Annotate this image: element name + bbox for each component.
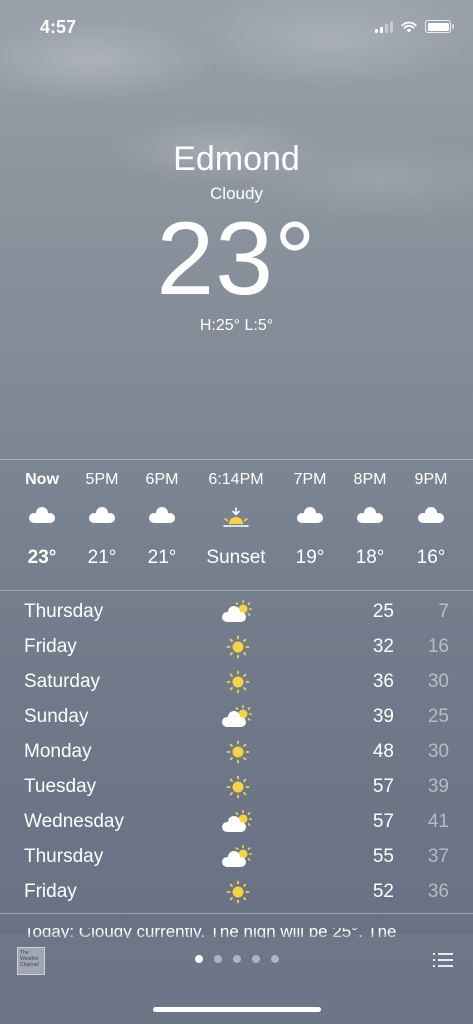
list-icon[interactable] <box>433 952 453 968</box>
cellular-signal-icon <box>375 20 393 33</box>
page-indicator[interactable] <box>0 955 473 963</box>
partly-cloudy-icon <box>222 810 254 834</box>
day-name: Sunday <box>24 706 89 727</box>
home-indicator[interactable] <box>153 1007 321 1012</box>
day-high: 55 <box>372 846 394 867</box>
page-dot[interactable] <box>213 955 222 963</box>
high-low-temperature: H:25° L:5° <box>199 317 274 334</box>
hour-label: 6PM <box>145 471 179 488</box>
day-high: 48 <box>372 741 394 762</box>
day-name: Thursday <box>24 846 104 867</box>
page-dot[interactable] <box>270 955 279 963</box>
sun-icon <box>222 635 254 659</box>
daily-row: Saturday 36 30 <box>0 665 473 700</box>
partly-cloudy-icon <box>222 705 254 729</box>
cloud-icon <box>335 507 405 537</box>
hour-temp: 21° <box>147 547 177 568</box>
partly-cloudy-icon <box>222 845 254 869</box>
day-high: 32 <box>372 636 394 657</box>
sun-icon <box>222 775 254 799</box>
city-name: Edmond <box>173 140 300 178</box>
page-dot[interactable] <box>232 955 241 963</box>
day-name: Friday <box>24 881 77 902</box>
battery-icon <box>425 20 454 33</box>
day-low: 39 <box>427 776 449 797</box>
hourly-item: 8PM 18° <box>335 461 405 569</box>
status-bar: 4:57 <box>0 0 473 56</box>
daily-row: Thursday 55 37 <box>0 840 473 875</box>
hour-label: 6:14PM <box>208 471 264 488</box>
sun-icon <box>222 670 254 694</box>
hourly-item: 6:14PM Sunset <box>196 461 276 569</box>
day-high: 39 <box>372 706 394 727</box>
daily-row: Friday 52 36 <box>0 875 473 910</box>
day-low: 7 <box>438 601 449 622</box>
day-low: 16 <box>427 636 449 657</box>
daily-row: Wednesday 57 41 <box>0 805 473 840</box>
hour-temp: 18° <box>355 547 385 568</box>
status-icons <box>375 20 454 33</box>
current-temperature: 23° <box>0 200 473 319</box>
day-low: 41 <box>427 811 449 832</box>
hour-label: 9PM <box>414 471 448 488</box>
status-time: 4:57 <box>40 17 77 37</box>
daily-row: Friday 32 16 <box>0 630 473 665</box>
day-low: 36 <box>427 881 449 902</box>
day-name: Tuesday <box>24 776 97 797</box>
divider <box>0 459 473 460</box>
divider <box>0 590 473 591</box>
daily-row: Sunday 39 25 <box>0 700 473 735</box>
partly-cloudy-icon <box>222 600 254 624</box>
hourly-forecast[interactable]: Now 23° 5PM 21° 6PM 21° 6:14PM Sunset 7P… <box>0 461 473 589</box>
daily-row: Tuesday 57 39 <box>0 770 473 805</box>
current-temperature-value: 23° <box>156 201 317 317</box>
cloud-icon <box>396 507 466 537</box>
day-name: Monday <box>24 741 92 762</box>
day-low: 30 <box>427 671 449 692</box>
day-name: Saturday <box>24 671 101 692</box>
day-high: 52 <box>372 881 394 902</box>
hour-temp: 16° <box>416 547 446 568</box>
hourly-item: 9PM 16° <box>396 461 466 569</box>
page-dot[interactable] <box>251 955 260 963</box>
day-low: 30 <box>427 741 449 762</box>
sunset-icon <box>196 507 276 537</box>
wifi-icon <box>401 21 417 32</box>
daily-row: Monday 48 30 <box>0 735 473 770</box>
day-low: 37 <box>427 846 449 867</box>
page-dot[interactable] <box>194 955 203 963</box>
cloud-icon <box>127 507 197 537</box>
divider <box>0 913 473 914</box>
daily-forecast[interactable]: Thursday 25 7 Friday 32 16 Saturday 36 3… <box>0 595 473 910</box>
day-high: 25 <box>372 601 394 622</box>
day-name: Wednesday <box>24 811 124 832</box>
day-high: 57 <box>372 811 394 832</box>
day-high: 36 <box>372 671 394 692</box>
day-high: 57 <box>372 776 394 797</box>
hourly-item: 6PM 21° <box>127 461 197 569</box>
day-name: Friday <box>24 636 77 657</box>
day-name: Thursday <box>24 601 104 622</box>
sun-icon <box>222 740 254 764</box>
daily-row: Thursday 25 7 <box>0 595 473 630</box>
hour-label: 8PM <box>353 471 387 488</box>
hour-temp: Sunset <box>206 547 266 568</box>
sun-icon <box>222 880 254 904</box>
day-low: 25 <box>427 706 449 727</box>
